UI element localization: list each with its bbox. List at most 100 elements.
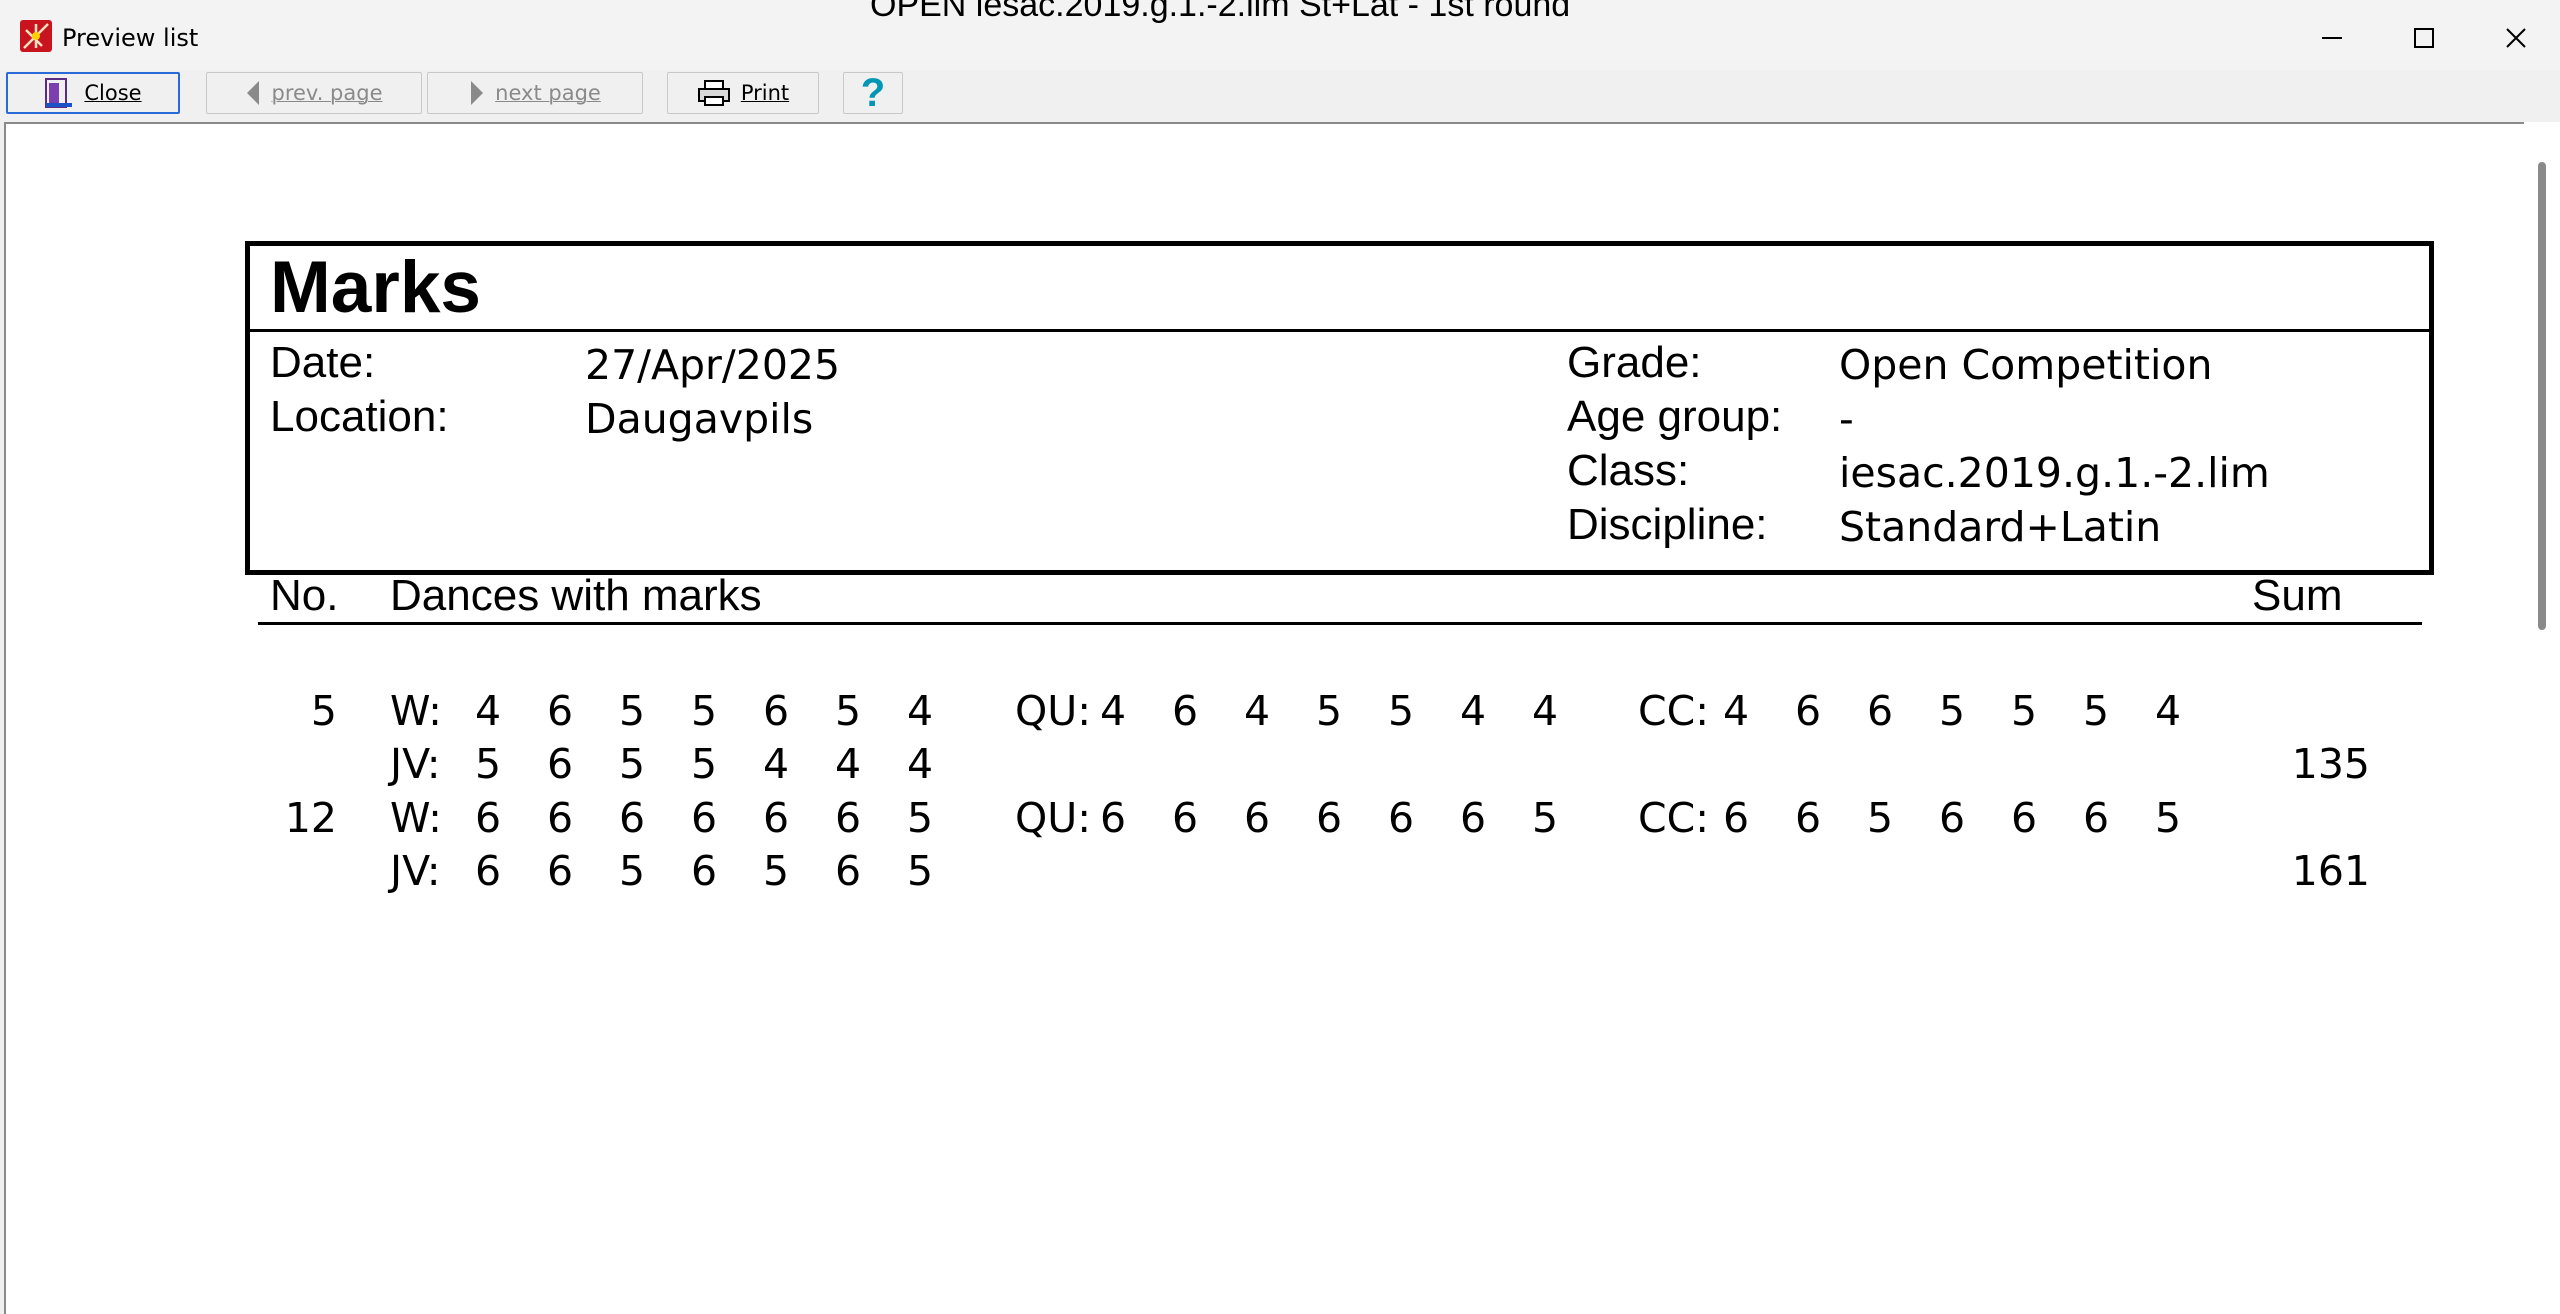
help-icon: ?: [860, 70, 886, 115]
judge-mark: 5: [691, 740, 718, 788]
judge-mark: 6: [1723, 794, 1750, 842]
close-button[interactable]: Close: [6, 72, 180, 114]
judge-mark: 6: [475, 847, 502, 895]
arrow-left-icon: [245, 79, 261, 107]
judge-mark: 5: [763, 847, 790, 895]
judge-mark: 5: [907, 794, 934, 842]
judge-mark: 6: [1172, 794, 1199, 842]
judge-mark: 5: [475, 740, 502, 788]
entry-sum: 161: [2291, 847, 2370, 895]
close-button-label: Close: [84, 81, 142, 105]
dance-label: CC:: [1638, 794, 1710, 842]
judge-mark: 5: [2083, 687, 2110, 735]
scrollbar-thumb[interactable]: [2538, 162, 2546, 630]
judge-mark: 5: [619, 847, 646, 895]
judge-mark: 5: [2155, 794, 2182, 842]
grade-label: Grade:: [1567, 338, 1702, 387]
prev-page-label: prev. page: [271, 81, 383, 105]
class-value: iesac.2019.g.1.-2.lim: [1839, 449, 2270, 497]
dance-label: W:: [390, 794, 442, 842]
judge-mark: 6: [1867, 687, 1894, 735]
col-header-sum: Sum: [2252, 571, 2343, 620]
close-icon: [2506, 28, 2526, 48]
judge-mark: 6: [763, 687, 790, 735]
judge-mark: 6: [835, 847, 862, 895]
judge-mark: 6: [2011, 794, 2038, 842]
judge-mark: 4: [1723, 687, 1750, 735]
judge-mark: 5: [907, 847, 934, 895]
judge-mark: 6: [763, 794, 790, 842]
column-header-rule: [258, 622, 2422, 625]
judge-mark: 5: [691, 687, 718, 735]
judge-mark: 4: [1460, 687, 1487, 735]
judge-mark: 4: [907, 740, 934, 788]
app-icon: [20, 20, 52, 52]
judge-mark: 4: [835, 740, 862, 788]
judge-mark: 4: [907, 687, 934, 735]
discipline-value: Standard+Latin: [1839, 503, 2162, 551]
preview-window: OPEN iesac.2019.g.1.-2.lim St+Lat - 1st …: [0, 0, 2560, 1314]
grade-value: Open Competition: [1839, 341, 2213, 389]
age-group-value: -: [1839, 395, 1854, 443]
dance-label: QU:: [1015, 687, 1092, 735]
judge-mark: 6: [1244, 794, 1271, 842]
judge-mark: 4: [1100, 687, 1127, 735]
judge-mark: 6: [835, 794, 862, 842]
judge-mark: 6: [2083, 794, 2110, 842]
location-label: Location:: [270, 392, 449, 441]
next-page-label: next page: [495, 81, 601, 105]
judge-mark: 6: [1939, 794, 1966, 842]
judge-mark: 4: [1532, 687, 1559, 735]
dance-label: JV:: [390, 847, 441, 895]
next-page-button[interactable]: next page: [427, 72, 643, 114]
judge-mark: 5: [2011, 687, 2038, 735]
judge-mark: 6: [1388, 794, 1415, 842]
window-close-button[interactable]: [2486, 16, 2546, 60]
judge-mark: 5: [1939, 687, 1966, 735]
judge-mark: 6: [547, 687, 574, 735]
prev-page-button[interactable]: prev. page: [206, 72, 422, 114]
judge-mark: 6: [1795, 687, 1822, 735]
judge-mark: 6: [475, 794, 502, 842]
entry-number: 12: [284, 794, 337, 842]
print-button-label: Print: [740, 81, 790, 105]
judge-mark: 6: [547, 794, 574, 842]
dance-label: QU:: [1015, 794, 1092, 842]
age-group-label: Age group:: [1567, 392, 1783, 441]
discipline-label: Discipline:: [1567, 500, 1768, 549]
judge-mark: 6: [1795, 794, 1822, 842]
judge-mark: 4: [2155, 687, 2182, 735]
judge-mark: 5: [1388, 687, 1415, 735]
toolbar: Close prev. page next page Print ?: [0, 70, 2560, 120]
judge-mark: 6: [1100, 794, 1127, 842]
judge-mark: 5: [1867, 794, 1894, 842]
title-divider: [248, 329, 2431, 332]
entry-sum: 135: [2291, 740, 2370, 788]
background-window-title: OPEN iesac.2019.g.1.-2.lim St+Lat - 1st …: [870, 0, 1571, 24]
judge-mark: 5: [619, 687, 646, 735]
col-header-dances: Dances with marks: [390, 571, 762, 620]
judge-mark: 5: [1532, 794, 1559, 842]
vertical-scrollbar[interactable]: [2524, 122, 2560, 1314]
judge-mark: 5: [619, 740, 646, 788]
minimize-icon: [2322, 37, 2342, 39]
minimize-button[interactable]: [2302, 16, 2362, 60]
judge-mark: 4: [475, 687, 502, 735]
judge-mark: 4: [1244, 687, 1271, 735]
judge-mark: 6: [691, 794, 718, 842]
judge-mark: 6: [547, 740, 574, 788]
judge-mark: 6: [547, 847, 574, 895]
date-label: Date:: [270, 338, 376, 387]
judge-mark: 6: [691, 847, 718, 895]
location-value: Daugavpils: [585, 395, 814, 443]
door-exit-icon: [44, 77, 74, 109]
help-button[interactable]: ?: [843, 70, 903, 115]
judge-mark: 6: [1460, 794, 1487, 842]
arrow-right-icon: [469, 79, 485, 107]
judge-mark: 4: [763, 740, 790, 788]
report-title: Marks: [270, 247, 482, 328]
judge-mark: 6: [619, 794, 646, 842]
date-value: 27/Apr/2025: [585, 341, 841, 389]
maximize-button[interactable]: [2394, 16, 2454, 60]
print-button[interactable]: Print: [667, 72, 819, 114]
